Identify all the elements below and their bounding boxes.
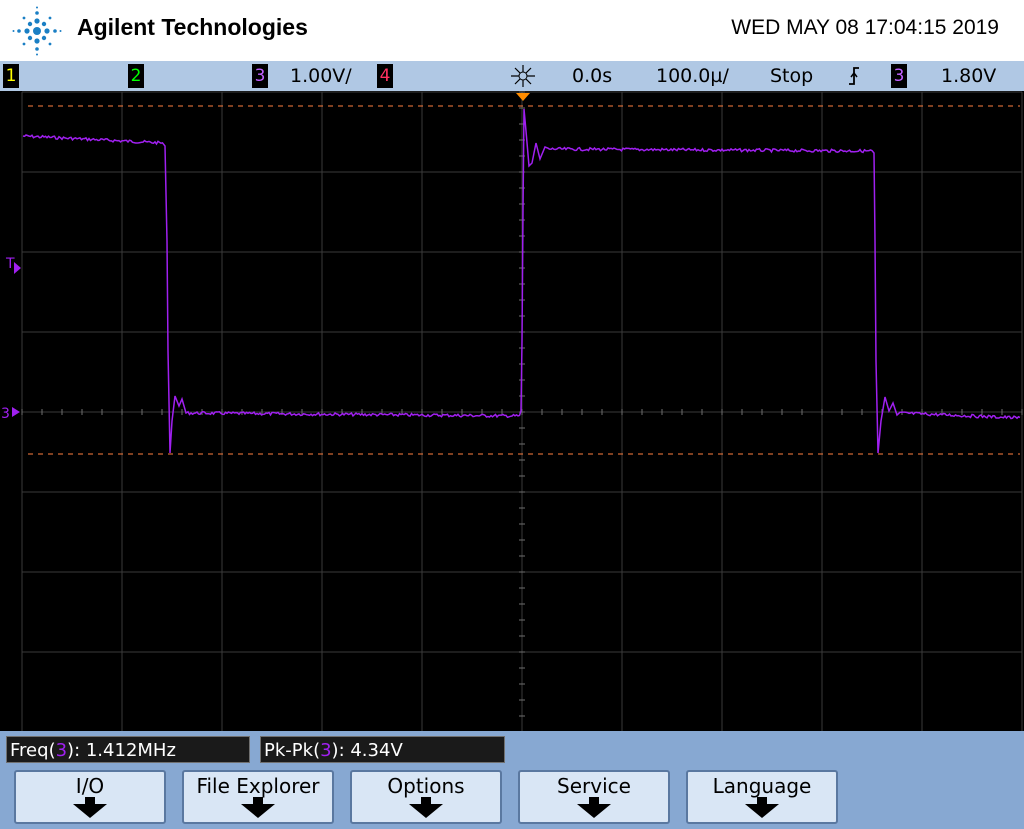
trigger-level[interactable]: 1.80V xyxy=(941,64,996,88)
measurement-freq: Freq(3): 1.412MHz xyxy=(6,736,250,763)
down-arrow-icon xyxy=(73,804,107,818)
measurement-pk-pk: Pk-Pk(3): 4.34V xyxy=(260,736,505,763)
waveform-display[interactable]: T 3 xyxy=(0,91,1024,731)
waveform-graticule: T 3 xyxy=(1,91,1023,731)
channel-3-scale[interactable]: 1.00V/ xyxy=(290,64,352,88)
trigger-time-marker xyxy=(516,93,530,101)
rising-edge-icon xyxy=(849,67,859,85)
softkey-io[interactable]: I/O xyxy=(14,770,166,824)
down-arrow-icon xyxy=(577,804,611,818)
trigger-channel[interactable]: 3 xyxy=(891,64,907,88)
channel-3-ground-marker: 3 xyxy=(1,406,10,422)
down-arrow-icon xyxy=(409,804,443,818)
softkey-service[interactable]: Service xyxy=(518,770,670,824)
run-state[interactable]: Stop xyxy=(770,64,813,88)
softkey-file-explorer[interactable]: File Explorer xyxy=(182,770,334,824)
time-base[interactable]: 100.0µ/ xyxy=(656,64,729,88)
spark-logo-icon xyxy=(12,6,62,56)
date-time: WED MAY 08 17:04:15 2019 xyxy=(731,16,999,39)
channel-3-indicator[interactable]: 3 xyxy=(252,64,268,88)
trigger-level-marker: T xyxy=(5,256,15,272)
trigger-position-icon xyxy=(511,65,535,87)
down-arrow-icon xyxy=(241,804,275,818)
time-delay[interactable]: 0.0s xyxy=(572,64,612,88)
channel-1-indicator[interactable]: 1 xyxy=(3,64,19,88)
channel-2-indicator[interactable]: 2 xyxy=(128,64,144,88)
softkey-options[interactable]: Options xyxy=(350,770,502,824)
status-bar: 1 2 3 1.00V/ 4 0.0s 100.0µ/ Stop 3 1.80V xyxy=(0,61,1024,91)
channel-4-indicator[interactable]: 4 xyxy=(377,64,393,88)
down-arrow-icon xyxy=(745,804,779,818)
softkey-language[interactable]: Language xyxy=(686,770,838,824)
brand-name: Agilent Technologies xyxy=(77,14,308,40)
header: Agilent Technologies WED MAY 08 17:04:15… xyxy=(0,0,1024,61)
